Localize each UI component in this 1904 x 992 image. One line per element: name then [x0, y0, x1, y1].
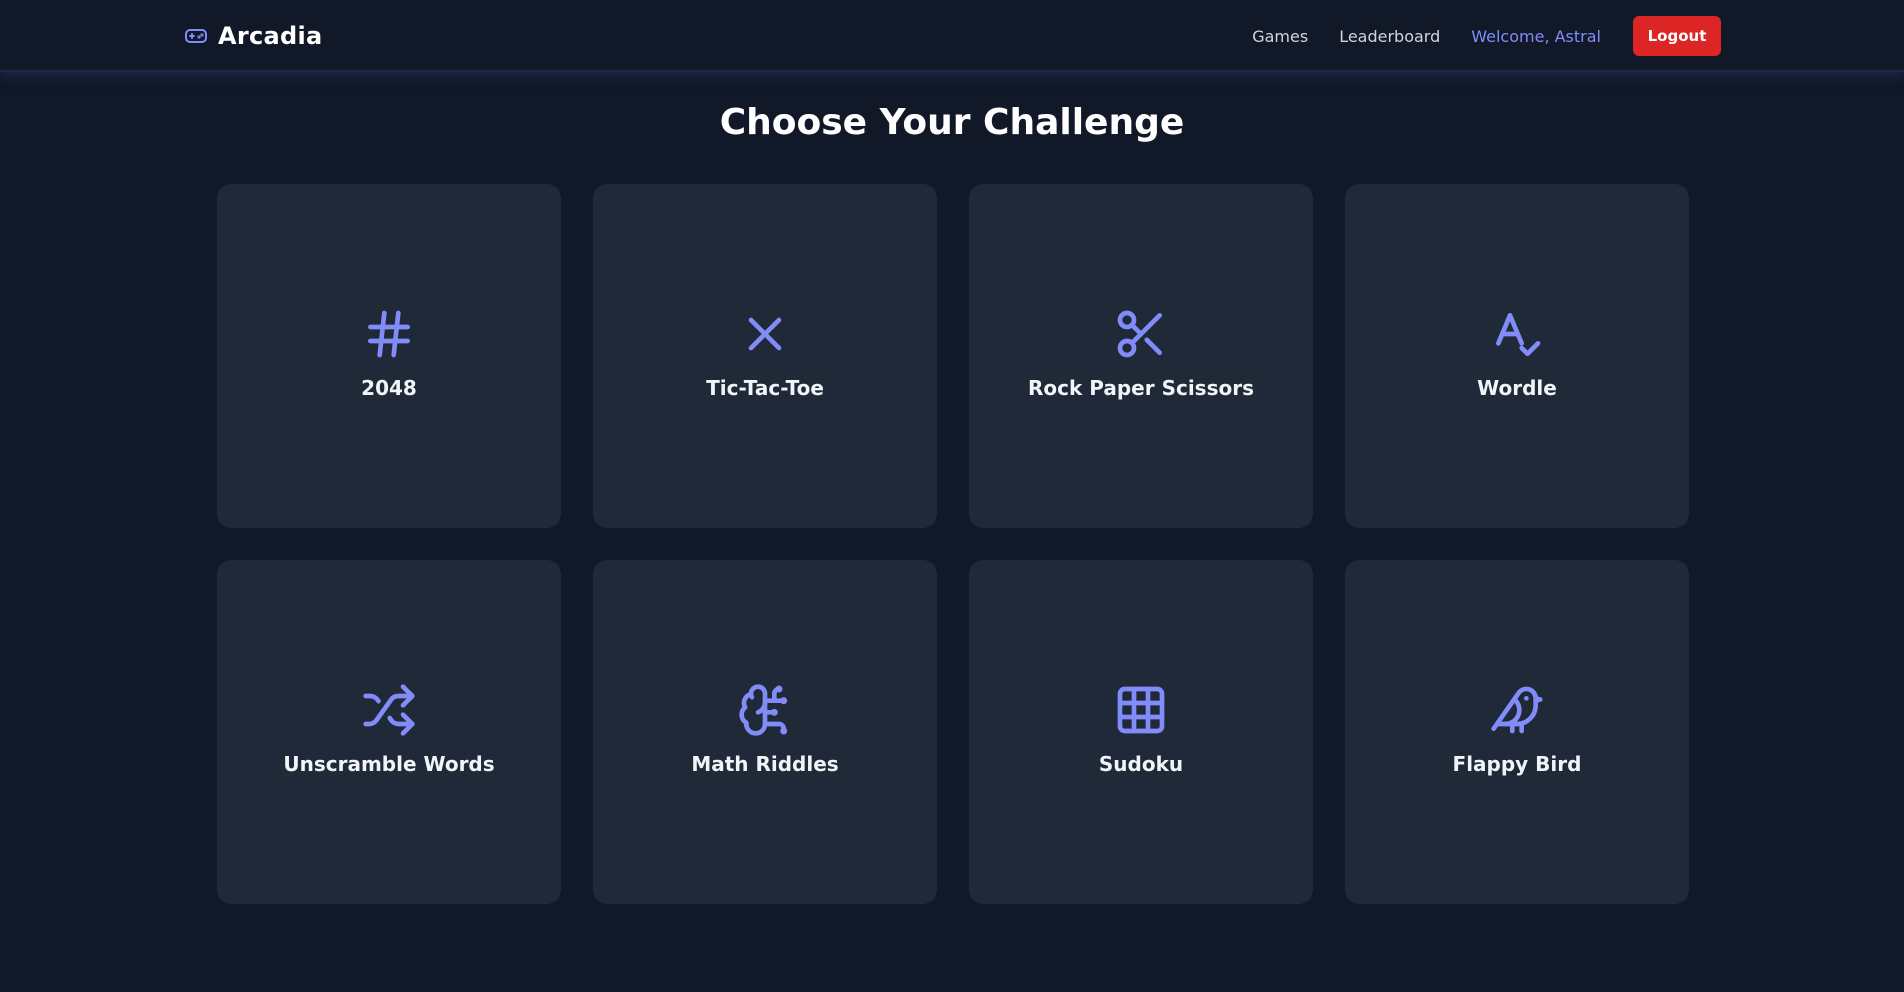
hash-icon — [361, 306, 417, 362]
brand-name: Arcadia — [218, 22, 323, 50]
brand[interactable]: Arcadia — [184, 18, 323, 54]
gamepad-icon — [185, 29, 207, 43]
game-card-2048[interactable]: 2048 — [217, 184, 561, 528]
game-card-sudoku[interactable]: Sudoku — [969, 560, 1313, 904]
navbar: Arcadia Games Leaderboard Welcome, Astra… — [0, 0, 1904, 72]
game-title: Wordle — [1477, 376, 1557, 400]
game-title: Rock Paper Scissors — [1027, 376, 1254, 400]
game-card-flappy-bird[interactable]: Flappy Bird — [1345, 560, 1689, 904]
bird-icon — [1489, 682, 1545, 738]
brain-icon — [737, 682, 793, 738]
nav-link-leaderboard[interactable]: Leaderboard — [1339, 27, 1440, 46]
page-title: Choose Your Challenge — [719, 102, 1185, 143]
logout-button[interactable]: Logout — [1633, 16, 1721, 56]
spell-check-icon — [1489, 306, 1545, 362]
game-title: Sudoku — [1098, 752, 1184, 776]
game-card-math-riddles[interactable]: Math Riddles — [593, 560, 937, 904]
game-title: Tic-Tac-Toe — [706, 376, 824, 400]
game-card-unscramble-words[interactable]: Unscramble Words — [217, 560, 561, 904]
game-title: Unscramble Words — [283, 752, 495, 776]
nav-links: Games Leaderboard Welcome, Astral Logout — [1252, 16, 1721, 56]
game-card-wordle[interactable]: Wordle — [1345, 184, 1689, 528]
game-grid: 2048 Tic-Tac-Toe Rock Paper Scissors Wor… — [217, 184, 1689, 904]
welcome-text: Welcome, Astral — [1471, 26, 1601, 46]
game-title: 2048 — [361, 376, 417, 400]
x-icon — [737, 306, 793, 362]
nav-link-games[interactable]: Games — [1252, 27, 1308, 46]
shuffle-icon — [361, 682, 417, 738]
scissors-icon — [1113, 306, 1169, 362]
grid-icon — [1113, 682, 1169, 738]
game-title: Math Riddles — [691, 752, 839, 776]
game-card-tic-tac-toe[interactable]: Tic-Tac-Toe — [593, 184, 937, 528]
game-card-rock-paper-scissors[interactable]: Rock Paper Scissors — [969, 184, 1313, 528]
game-title: Flappy Bird — [1452, 752, 1582, 776]
